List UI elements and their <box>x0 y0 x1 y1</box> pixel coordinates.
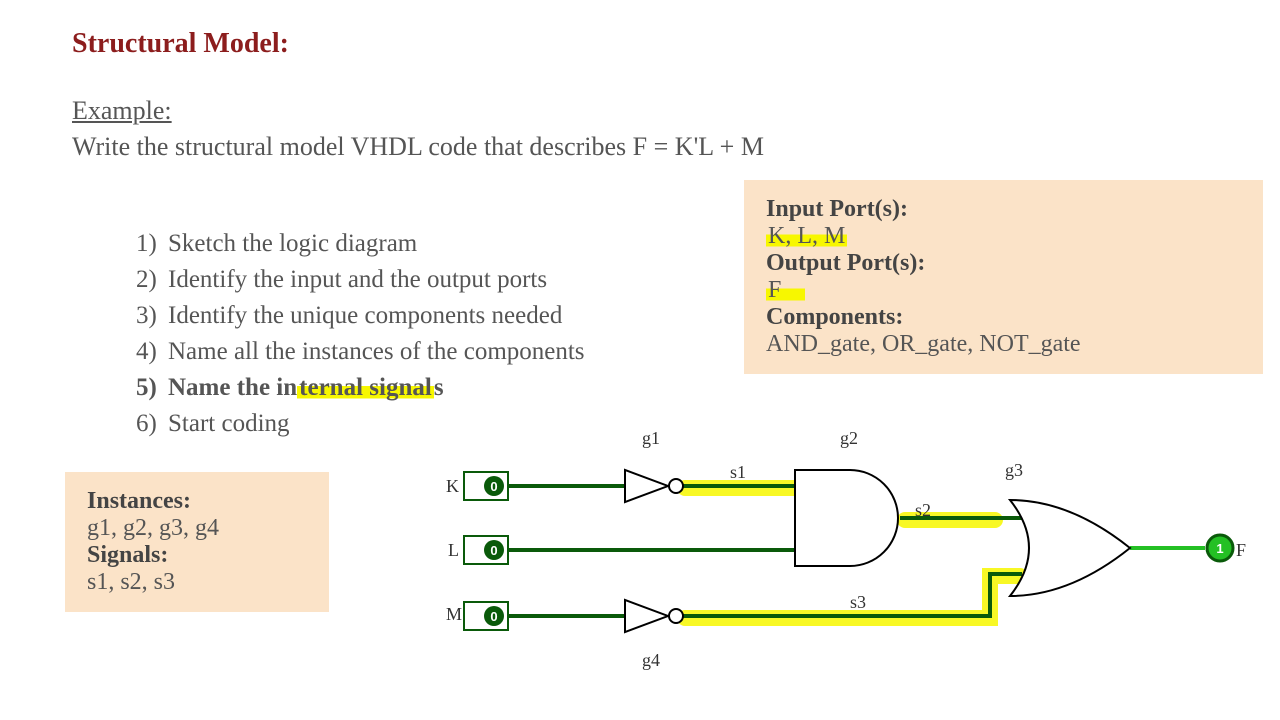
svg-text:0: 0 <box>490 609 497 624</box>
components-header: Components: <box>766 304 1241 331</box>
signal-s2-label: s2 <box>915 500 931 521</box>
not-gate-g4-icon <box>625 600 683 632</box>
and-gate-g2-icon <box>795 470 898 566</box>
signal-s1-label: s1 <box>730 462 746 483</box>
logic-diagram-svg: 0 0 0 <box>450 440 1270 700</box>
signals-header: Signals: <box>87 542 307 569</box>
or-gate-g3-icon <box>1010 500 1130 596</box>
output-ports-header: Output Port(s): <box>766 250 1241 277</box>
problem-prompt: Write the structural model VHDL code tha… <box>72 132 764 162</box>
input-ports-header: Input Port(s): <box>766 196 1241 223</box>
svg-text:0: 0 <box>490 543 497 558</box>
svg-text:1: 1 <box>1216 541 1223 556</box>
instances-signals-box: Instances: g1, g2, g3, g4 Signals: s1, s… <box>65 472 329 612</box>
port-f-icon: 1 <box>1207 535 1233 561</box>
logic-diagram: K L M F g1 g2 g3 g4 s1 s2 s3 <box>450 440 1270 700</box>
input-ports-value: K, L, M <box>766 223 1241 250</box>
port-l-label: L <box>448 540 459 561</box>
step-4: 4)Name all the instances of the componen… <box>136 338 585 366</box>
output-ports-value: F <box>766 277 1241 304</box>
section-title: Structural Model: <box>72 28 289 60</box>
port-k-label: K <box>446 476 459 497</box>
steps-list: 1)Sketch the logic diagram 2)Identify th… <box>96 230 585 446</box>
gate-g2-label: g2 <box>840 428 858 449</box>
port-l-icon: 0 <box>464 536 508 564</box>
not-gate-g1-icon <box>625 470 683 502</box>
step-5: 5)Name the internal signals <box>136 374 585 402</box>
signal-s3-label: s3 <box>850 592 866 613</box>
instances-value: g1, g2, g3, g4 <box>87 515 307 542</box>
step-1: 1)Sketch the logic diagram <box>136 230 585 258</box>
step-6: 6)Start coding <box>136 410 585 438</box>
port-f-label: F <box>1236 540 1246 561</box>
port-m-label: M <box>446 604 462 625</box>
port-m-icon: 0 <box>464 602 508 630</box>
example-label: Example: <box>72 96 172 126</box>
gate-g4-label: g4 <box>642 650 660 671</box>
gate-g1-label: g1 <box>642 428 660 449</box>
components-value: AND_gate, OR_gate, NOT_gate <box>766 331 1241 358</box>
instances-header: Instances: <box>87 488 307 515</box>
step-3: 3)Identify the unique components needed <box>136 302 585 330</box>
ports-components-box: Input Port(s): K, L, M Output Port(s): F… <box>744 180 1263 374</box>
svg-text:0: 0 <box>490 479 497 494</box>
gate-g3-label: g3 <box>1005 460 1023 481</box>
signals-value: s1, s2, s3 <box>87 569 307 596</box>
step-2: 2)Identify the input and the output port… <box>136 266 585 294</box>
port-k-icon: 0 <box>464 472 508 500</box>
